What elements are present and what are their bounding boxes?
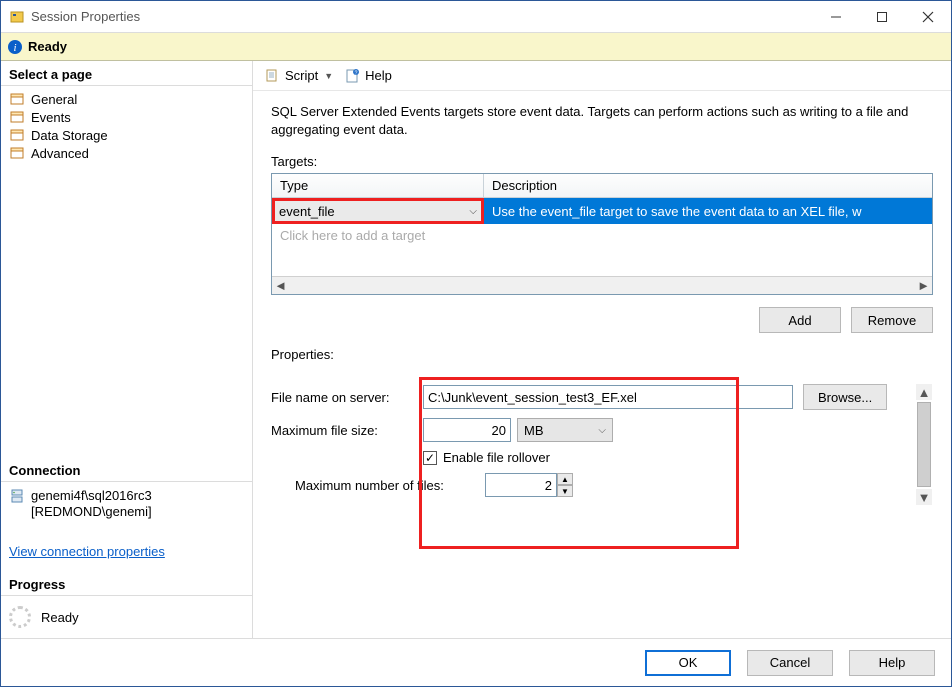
script-icon — [265, 68, 281, 84]
page-item-general[interactable]: General — [1, 90, 252, 108]
max-files-label: Maximum number of files: — [295, 478, 485, 493]
target-type-select[interactable]: event_file ⌵ — [279, 204, 477, 219]
targets-table: Type Description event_file ⌵ Use the ev… — [271, 173, 933, 295]
server-icon — [9, 488, 25, 504]
remove-button[interactable]: Remove — [851, 307, 933, 333]
spin-down-icon[interactable]: ▼ — [557, 485, 573, 497]
page-icon — [9, 145, 25, 161]
page-label: Data Storage — [31, 128, 108, 143]
cancel-button[interactable]: Cancel — [747, 650, 833, 676]
page-item-events[interactable]: Events — [1, 108, 252, 126]
target-description: Use the event_file target to save the ev… — [484, 198, 932, 224]
scroll-up-icon[interactable]: ▲ — [916, 384, 932, 400]
scroll-left-icon[interactable]: ◄ — [272, 277, 289, 294]
target-type-value: event_file — [279, 204, 335, 219]
intro-text: SQL Server Extended Events targets store… — [271, 103, 933, 138]
page-icon — [9, 91, 25, 107]
window-controls — [813, 1, 951, 32]
page-icon — [9, 127, 25, 143]
scroll-thumb[interactable] — [917, 402, 931, 487]
ok-button[interactable]: OK — [645, 650, 731, 676]
page-label: Advanced — [31, 146, 89, 161]
footer: OK Cancel Help — [1, 638, 951, 686]
progress-status: Ready — [41, 610, 79, 625]
vertical-scrollbar[interactable]: ▲ ▼ — [915, 384, 933, 505]
enable-rollover-label: Enable file rollover — [443, 450, 550, 465]
page-label: Events — [31, 110, 71, 125]
max-size-unit-select[interactable]: MB ⌵ — [517, 418, 613, 442]
add-target-placeholder[interactable]: Click here to add a target — [272, 224, 932, 276]
window: Session Properties i Ready Select a page — [0, 0, 952, 687]
page-list: General Events Data Storage Advanced — [1, 86, 252, 170]
chevron-down-icon: ⌵ — [469, 206, 477, 217]
page-label: General — [31, 92, 77, 107]
help-button[interactable]: ? Help — [341, 64, 396, 88]
properties-area: File name on server: Browse... Maximum f… — [271, 384, 933, 505]
chevron-down-icon: ▼ — [324, 71, 333, 81]
connection-server: genemi4f\sql2016rc3 — [31, 488, 152, 504]
chevron-down-icon: ⌵ — [598, 425, 606, 436]
close-button[interactable] — [905, 1, 951, 32]
view-connection-properties-link[interactable]: View connection properties — [1, 544, 173, 559]
window-title: Session Properties — [31, 9, 813, 24]
script-label: Script — [285, 68, 318, 83]
add-button[interactable]: Add — [759, 307, 841, 333]
scroll-down-icon[interactable]: ▼ — [916, 489, 932, 505]
progress-header: Progress — [1, 571, 252, 596]
enable-rollover-checkbox[interactable] — [423, 451, 437, 465]
left-panel: Select a page General Events Data Storag… — [1, 61, 253, 638]
connection-user: [REDMOND\genemi] — [31, 504, 152, 520]
svg-text:?: ? — [355, 70, 358, 76]
scroll-right-icon[interactable]: ► — [915, 277, 932, 294]
status-text: Ready — [28, 39, 67, 54]
page-item-data-storage[interactable]: Data Storage — [1, 126, 252, 144]
column-header-type[interactable]: Type — [272, 174, 484, 197]
max-files-input[interactable] — [485, 473, 557, 497]
title-bar: Session Properties — [1, 1, 951, 33]
targets-label: Targets: — [271, 154, 933, 169]
minimize-button[interactable] — [813, 1, 859, 32]
right-panel: Script ▼ ? Help SQL Server Extended Even… — [253, 61, 951, 638]
file-name-label: File name on server: — [271, 390, 423, 405]
page-icon — [9, 109, 25, 125]
file-name-input[interactable] — [423, 385, 793, 409]
browse-button[interactable]: Browse... — [803, 384, 887, 410]
script-button[interactable]: Script ▼ — [261, 64, 337, 88]
spin-up-icon[interactable]: ▲ — [557, 473, 573, 485]
max-size-label: Maximum file size: — [271, 423, 423, 438]
properties-label: Properties: — [271, 347, 933, 362]
help-label: Help — [365, 68, 392, 83]
max-size-input[interactable] — [423, 418, 511, 442]
maximize-button[interactable] — [859, 1, 905, 32]
connection-header: Connection — [1, 457, 252, 482]
app-icon — [9, 9, 25, 25]
status-strip: i Ready — [1, 33, 951, 61]
page-item-advanced[interactable]: Advanced — [1, 144, 252, 162]
help-icon: ? — [345, 68, 361, 84]
progress-spinner-icon — [9, 606, 31, 628]
horizontal-scrollbar[interactable]: ◄ ► — [272, 276, 932, 294]
toolbar: Script ▼ ? Help — [253, 61, 951, 91]
help-button[interactable]: Help — [849, 650, 935, 676]
max-size-unit-value: MB — [524, 423, 544, 438]
table-row[interactable]: event_file ⌵ Use the event_file target t… — [272, 198, 932, 224]
info-icon: i — [7, 39, 23, 55]
column-header-description[interactable]: Description — [484, 174, 932, 197]
select-page-header: Select a page — [1, 61, 252, 86]
svg-text:i: i — [13, 42, 16, 54]
